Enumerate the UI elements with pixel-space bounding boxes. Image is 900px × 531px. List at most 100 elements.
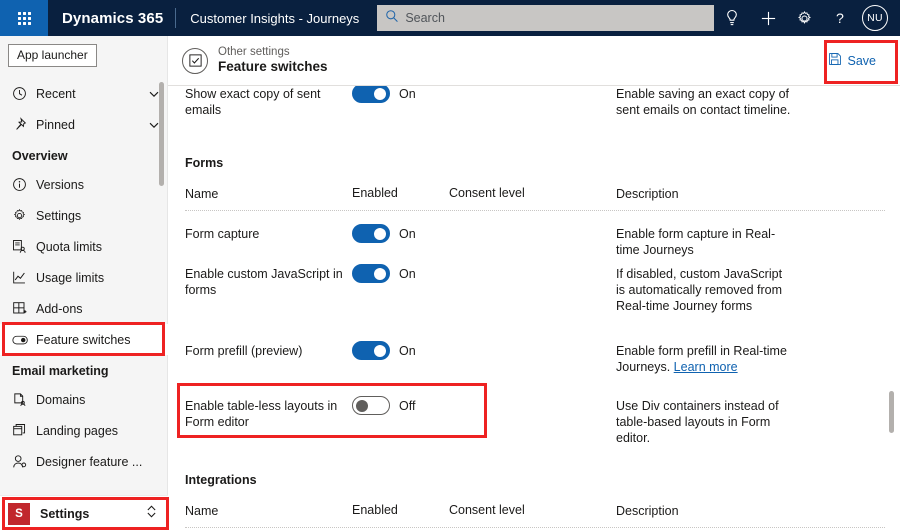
pages-icon [12,423,36,438]
sidebar-item-pinned[interactable]: Pinned [0,109,168,140]
toggle-switch[interactable] [352,224,390,243]
person-icon [12,454,36,469]
column-header-name: Name [185,186,345,202]
sidebar-item-label: Usage limits [36,271,104,285]
app-name: Customer Insights - Journeys [176,11,373,26]
search-box[interactable]: Search [377,5,714,31]
sidebar-group-email-marketing: Email marketing [0,355,168,384]
sidebar-item-domains[interactable]: Domains [0,384,168,415]
section-integrations: Integrations [168,463,900,497]
table-row: Enable table-less layouts in Form editor… [168,387,900,463]
area-switcher-label: Settings [30,507,89,521]
waffle-grid-icon [18,12,31,25]
command-bar-titles: Other settings Feature switches [208,45,328,76]
section-title: Forms [185,156,223,170]
row-description: Use Div containers instead of table-base… [616,398,791,446]
table-row: Show exact copy of sent emails On Enable… [168,86,900,142]
sidebar-item-recent[interactable]: Recent [0,78,168,109]
sidebar-item-feature-switches[interactable]: Feature switches [0,324,168,355]
plus-icon[interactable] [750,0,786,36]
toggle-label: Off [399,399,415,413]
sidebar-group-overview: Overview [0,140,168,169]
gear-icon[interactable] [786,0,822,36]
app-root: Dynamics 365 Customer Insights - Journey… [0,0,900,531]
toggle-label: On [399,267,416,281]
column-header-name: Name [185,503,345,519]
info-icon [12,177,36,192]
row-description: Enable form prefill in Real-time Journey… [616,343,791,375]
row-enabled: On [352,86,448,103]
help-icon[interactable]: ? [822,0,858,36]
avatar[interactable]: NU [862,5,888,31]
quota-icon [12,239,36,254]
page-title: Feature switches [218,59,328,76]
save-button-wrap: Save [816,46,889,75]
header-actions: ? NU [714,0,900,36]
table-header: Name Enabled Consent level Description [168,180,900,211]
row-enabled: On [352,224,448,243]
table-row: Enable custom JavaScript in forms On If … [168,258,900,338]
sidebar-item-label: Add-ons [36,302,83,316]
toggle-switch[interactable] [352,341,390,360]
section-title: Integrations [185,473,257,487]
breadcrumb: Other settings [218,45,328,59]
area-switcher-settings[interactable]: S Settings [0,495,168,531]
row-description: Enable saving an exact copy of sent emai… [616,86,791,118]
clock-icon [12,86,36,101]
row-enabled: On [352,264,448,283]
sidebar: App launcher Recent [0,36,168,531]
chart-line-icon [12,270,36,285]
column-header-enabled: Enabled [352,503,448,517]
sidebar-item-settings[interactable]: Settings [0,200,168,231]
command-bar: Other settings Feature switches Save [168,36,900,86]
brand-title: Dynamics 365 [48,10,175,27]
column-header-description: Description [616,503,791,519]
sidebar-item-versions[interactable]: Versions [0,169,168,200]
toggle-switch[interactable] [352,264,390,283]
toggle-switch[interactable] [352,86,390,103]
row-description: If disabled, custom JavaScript is automa… [616,266,791,314]
toggle-icon [12,334,36,346]
pin-icon [12,117,36,132]
learn-more-link[interactable]: Learn more [674,360,738,374]
row-name: Form capture [185,226,345,242]
sidebar-item-label: Domains [36,393,85,407]
area-badge: S [8,503,30,525]
row-name: Show exact copy of sent emails [185,86,345,118]
sidebar-item-label: Recent [36,87,76,101]
app-launcher-button[interactable] [0,0,48,36]
content-scrollbar[interactable] [889,391,894,433]
sidebar-item-usage-limits[interactable]: Usage limits [0,262,168,293]
top-header: Dynamics 365 Customer Insights - Journey… [0,0,900,36]
column-header-description: Description [616,186,791,202]
updown-chevron-icon[interactable] [145,504,158,524]
sidebar-item-designer-feature[interactable]: Designer feature ... [0,446,168,477]
row-name: Form prefill (preview) [185,343,345,359]
sidebar-item-landing-pages[interactable]: Landing pages [0,415,168,446]
sidebar-item-label: Landing pages [36,424,118,438]
toggle-switch[interactable] [352,396,390,415]
toggle-label: On [399,227,416,241]
column-header-consent: Consent level [449,503,609,517]
sidebar-item-label: Designer feature ... [36,455,142,469]
sidebar-item-label: Settings [36,209,81,223]
sidebar-item-label: Pinned [36,118,75,132]
row-enabled: Off [352,396,448,415]
save-button[interactable]: Save [816,46,889,75]
lightbulb-icon[interactable] [714,0,750,36]
sidebar-scroll-region: Recent Pinned Overview [0,78,168,492]
checkbox-circle-icon [182,48,208,74]
svg-text:?: ? [836,11,844,27]
sidebar-item-quota-limits[interactable]: Quota limits [0,231,168,262]
sidebar-item-add-ons[interactable]: Add-ons [0,293,168,324]
sidebar-scrollbar[interactable] [159,82,164,186]
row-enabled: On [352,341,448,360]
sidebar-item-label: Quota limits [36,240,102,254]
toggle-label: On [399,87,416,101]
divider [185,527,885,528]
search-input[interactable]: Search [405,11,445,25]
save-button-label: Save [848,54,877,68]
addons-grid-icon [12,301,36,316]
table-row: Form capture On Enable form capture in R… [168,211,900,258]
gear-icon [12,208,36,223]
